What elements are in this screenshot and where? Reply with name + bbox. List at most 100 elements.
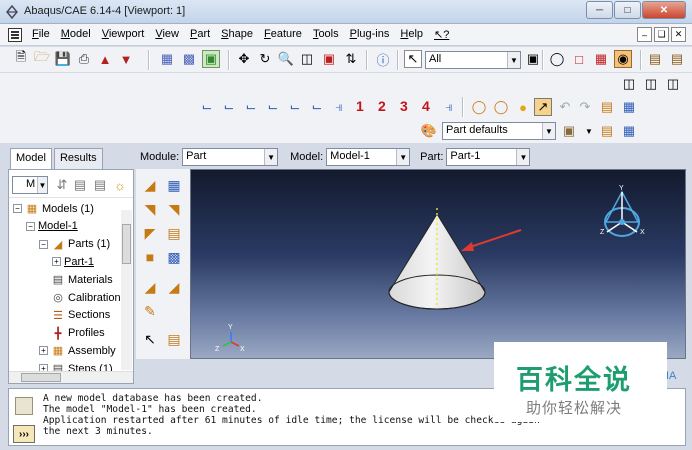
python-command-button[interactable]: ››› [13,425,35,443]
render-style-select[interactable]: Part defaults ▼ [442,122,556,140]
info-icon[interactable]: ⓘ [374,50,392,68]
triad-icon[interactable]: ⫣ [440,98,458,116]
set-tool-icon[interactable]: ▤ [164,329,184,349]
menu-item-10[interactable]: ↖? [434,28,449,41]
tree-item[interactable]: − Model-1 [26,218,78,235]
partition-tool-icon[interactable]: ▩ [164,247,184,267]
expand-icon[interactable]: + [39,346,48,356]
overlay-alt-icon[interactable]: ◯ [492,98,510,116]
tree-filter-icon[interactable]: ▤ [91,176,109,194]
layers-icon[interactable]: ▤ [646,50,664,68]
cone-part[interactable] [388,208,486,310]
maximize-button[interactable]: □ [614,1,641,19]
drag-select-icon[interactable]: □ [570,50,588,68]
color-code-icon[interactable]: ▣ [560,122,578,140]
model-select[interactable]: Model-1 ▼ [326,148,411,166]
front-view-icon[interactable]: ◫ [642,75,660,93]
partition-icon[interactable]: ▦ [592,50,610,68]
selection-options-icon[interactable]: ▣ [524,50,542,68]
query-icon[interactable]: ◯ [548,50,566,68]
mesh-display-icon[interactable]: ▩ [180,50,198,68]
view-compass[interactable]: Y Z X [600,185,645,237]
menu-item-8[interactable]: Plug-ins [350,28,390,41]
view-xy-icon[interactable]: ⌙ [198,98,216,116]
cycle-views-icon[interactable]: ⇅ [342,50,360,68]
tree-item[interactable]: ◎ Calibrations [39,289,126,306]
tree-item[interactable]: + ▦ Assembly [39,342,116,359]
create-solid-extrude-icon[interactable]: ◥ [140,199,160,219]
render-mode-icon[interactable]: ◉ [614,50,632,68]
rotate-icon[interactable]: ↻ [256,50,274,68]
lighting-icon[interactable]: ● [514,98,532,116]
collapse-icon[interactable]: − [13,204,22,213]
tree-filter-select[interactable]: M ▼ [12,176,48,194]
export-icon[interactable]: ▼ [117,50,135,68]
tree-item[interactable]: − ▦ Models (1) [13,200,94,217]
import-icon[interactable]: ▲ [96,50,114,68]
create-shell-icon[interactable]: ◥ [164,199,184,219]
open-folder-icon[interactable]: 🗁 [33,49,51,68]
datum-3-button[interactable]: 3 [400,98,408,114]
tab-results[interactable]: Results [53,148,103,169]
create-part-icon[interactable]: ◢ [140,175,160,195]
view-xz-icon[interactable]: ⌙ [264,98,282,116]
palette-icon[interactable]: 🎨 [420,122,438,140]
datum-1-button[interactable]: 1 [356,98,364,114]
save-icon[interactable]: 💾 [54,50,72,68]
undo-icon[interactable]: ↶ [556,98,574,116]
tree-expand-icon[interactable]: ▤ [71,176,89,194]
inner-close-button[interactable]: ✕ [671,27,686,42]
new-file-icon[interactable]: 🗎 [12,49,30,68]
view-zx-icon[interactable]: ⌙ [242,98,260,116]
color-code-dropdown-icon[interactable]: ▼ [580,122,598,140]
selection-filter-select[interactable]: All ▼ [425,51,521,69]
sort-icon[interactable]: ⇵ [53,176,71,194]
tree-item[interactable]: ╋ Profiles [39,325,105,342]
iso-view-icon[interactable]: ◫ [620,75,638,93]
menu-item-1[interactable]: Model [61,28,91,41]
part-manager-icon[interactable]: ▦ [164,175,184,195]
collapse-icon[interactable]: − [39,239,48,249]
display-group-icon[interactable]: ▤ [598,122,616,140]
zoom-icon[interactable]: 🔍 [277,50,295,68]
highlight-icon[interactable]: ↗ [534,98,552,116]
viewport-canvas[interactable]: Y Z X Y X Z [190,169,686,359]
highlight-bulb-icon[interactable]: ☼ [111,176,129,194]
tree-icon[interactable]: ▤ [598,98,616,116]
tree-item[interactable]: − ◢ Parts (1) [39,236,110,253]
part-display-icon[interactable]: ▦ [158,50,176,68]
create-wire-icon[interactable]: ■ [140,247,160,267]
collapse-icon[interactable]: − [26,221,35,231]
menu-item-5[interactable]: Shape [221,28,253,41]
auto-fit-icon[interactable]: ▣ [320,50,338,68]
menu-item-3[interactable]: View [155,28,179,41]
view-yz-icon[interactable]: ⌙ [286,98,304,116]
box-zoom-icon[interactable]: ◫ [298,50,316,68]
expand-icon[interactable]: + [52,257,61,267]
pan-icon[interactable]: ✥ [235,50,253,68]
csys-triad-icon[interactable]: ⫣ [330,98,348,116]
overlay-icon[interactable]: ◯ [470,98,488,116]
tab-model[interactable]: Model [10,148,52,170]
print-icon[interactable]: ⎙ [75,50,93,68]
part-select[interactable]: Part-1 ▼ [446,148,531,166]
menu-item-9[interactable]: Help [400,28,423,41]
select-cursor-icon[interactable]: ↖ [404,50,422,68]
datum-2-button[interactable]: 2 [378,98,386,114]
inner-restore-button[interactable]: ❏ [654,27,669,42]
datum-4-button[interactable]: 4 [422,98,430,114]
create-round-icon[interactable]: ▤ [164,223,184,243]
query-tool-icon[interactable]: ↖ [140,329,160,349]
menu-item-0[interactable]: File [32,28,50,41]
display-group-table-icon[interactable]: ▦ [620,122,638,140]
datum-plane-icon[interactable]: ◢ [164,277,184,297]
create-cut-icon[interactable]: ◤ [140,223,160,243]
layers-alt-icon[interactable]: ▤ [668,50,686,68]
table-icon[interactable]: ▦ [620,98,638,116]
back-view-icon[interactable]: ◫ [664,75,682,93]
menu-item-7[interactable]: Tools [313,28,339,41]
tree-horizontal-scrollbar[interactable] [9,371,133,383]
datum-tool-icon[interactable]: ◢ [140,277,160,297]
geometry-display-icon[interactable]: ▣ [202,50,220,68]
redo-icon[interactable]: ↷ [576,98,594,116]
